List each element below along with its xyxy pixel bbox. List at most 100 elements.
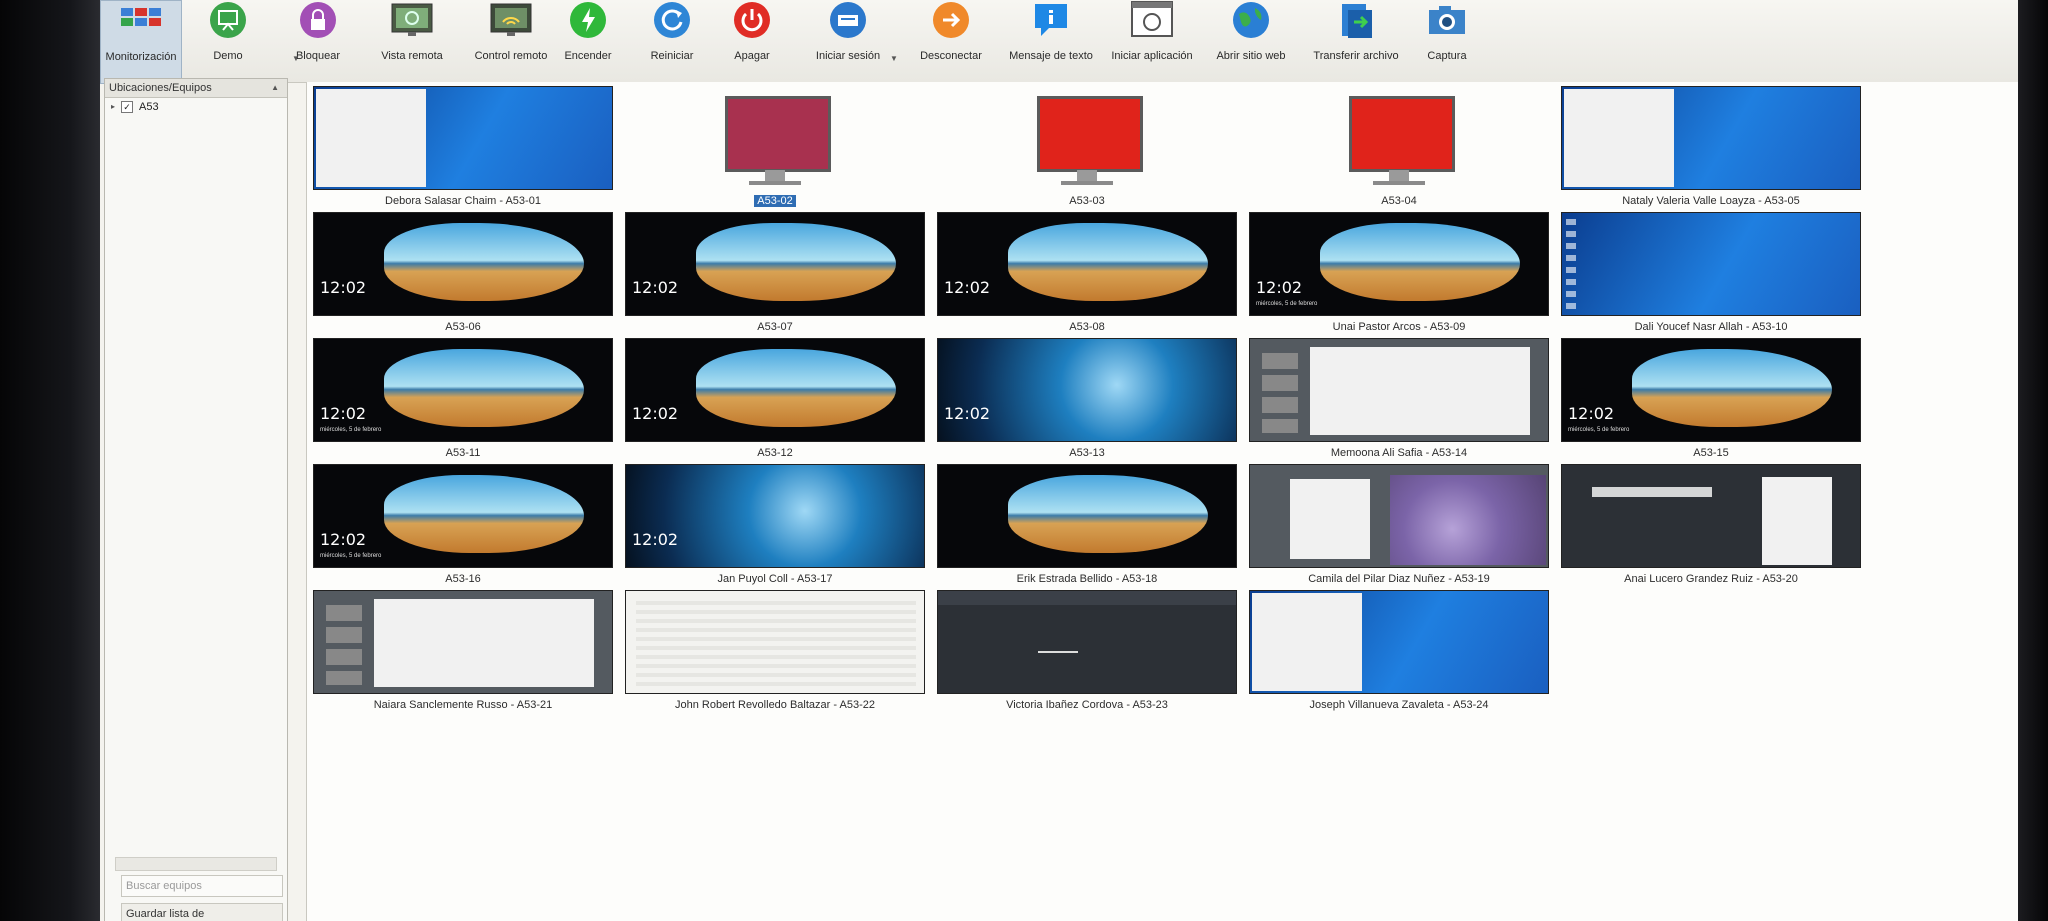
computer-screen-thumbnail[interactable] <box>1561 212 1861 316</box>
computer-caption-text: Joseph Villanueva Zavaleta - A53-24 <box>1309 699 1489 711</box>
toolbar-button-remote-control[interactable]: Control remoto <box>470 0 552 82</box>
computer-tile[interactable]: 12:02 A53-07 <box>625 212 925 333</box>
computer-screen-thumbnail[interactable]: 12:02 miércoles, 5 de febrero <box>1249 212 1549 316</box>
computer-screen-thumbnail[interactable] <box>313 86 613 190</box>
computer-tile[interactable]: Anai Lucero Grandez Ruiz - A53-20 <box>1561 464 1861 585</box>
computer-screen-thumbnail[interactable]: 12:02 <box>937 338 1237 442</box>
computer-screen-thumbnail[interactable] <box>937 590 1237 694</box>
computer-tile[interactable]: Camila del Pilar Diaz Nuñez - A53-19 <box>1249 464 1549 585</box>
computer-tile[interactable]: A53-03 <box>937 86 1237 207</box>
computer-screen-thumbnail[interactable] <box>1249 590 1549 694</box>
computer-screen-thumbnail[interactable]: 12:02 <box>625 212 925 316</box>
computer-tile[interactable]: 12:02 A53-08 <box>937 212 1237 333</box>
computer-screen-thumbnail[interactable]: 12:02 <box>625 464 925 568</box>
toolbar-button-remote-view[interactable]: Vista remota <box>372 0 452 82</box>
dropdown-arrow-icon[interactable]: ▼ <box>292 54 300 63</box>
computer-caption-text: A53-13 <box>1069 447 1105 459</box>
computer-screen-thumbnail[interactable] <box>625 590 925 694</box>
save-computer-list-button[interactable]: Guardar lista de equipos/usuarios <box>121 903 283 921</box>
start-application-icon <box>1130 0 1174 40</box>
computer-tile[interactable]: 12:02 miércoles, 5 de febrero A53-16 <box>313 464 613 585</box>
computer-caption: A53-04 <box>1249 195 1549 207</box>
computer-tile[interactable]: Debora Salasar Chaim - A53-01 <box>313 86 613 207</box>
computer-tile[interactable]: 12:02 A53-13 <box>937 338 1237 459</box>
computer-caption: Erik Estrada Bellido - A53-18 <box>937 573 1237 585</box>
monitor-bezel-left <box>0 0 100 921</box>
computer-tile[interactable]: 12:02 A53-06 <box>313 212 613 333</box>
computer-tile[interactable]: Joseph Villanueva Zavaleta - A53-24 <box>1249 590 1549 711</box>
computer-caption: A53-06 <box>313 321 613 333</box>
computer-caption-text: Unai Pastor Arcos - A53-09 <box>1332 321 1466 333</box>
sidebar-header: Ubicaciones/Equipos ▲ <box>105 79 287 98</box>
computer-caption-text: A53-16 <box>445 573 481 585</box>
toolbar-button-logout[interactable]: Desconectar <box>906 0 996 82</box>
computer-screen-thumbnail[interactable] <box>1249 86 1549 190</box>
computer-tile[interactable]: A53-04 <box>1249 86 1549 207</box>
computer-caption-text: A53-03 <box>1069 195 1105 207</box>
toolbar-button-label: Captura <box>1427 50 1467 62</box>
computer-caption: Memoona Ali Safia - A53-14 <box>1249 447 1549 459</box>
computer-tile[interactable]: 12:02 A53-12 <box>625 338 925 459</box>
computer-tile[interactable]: Victoria Ibañez Cordova - A53-23 <box>937 590 1237 711</box>
toolbar-button-login[interactable]: Iniciar sesión <box>812 0 884 82</box>
toolbar-button-file-transfer[interactable]: Transferir archivo <box>1308 0 1404 82</box>
computer-tile[interactable]: Erik Estrada Bellido - A53-18 <box>937 464 1237 585</box>
toolbar-button-label: Encender <box>564 50 612 62</box>
computer-tile[interactable]: Memoona Ali Safia - A53-14 <box>1249 338 1549 459</box>
computer-screen-thumbnail[interactable]: 12:02 <box>937 212 1237 316</box>
search-computers-input[interactable]: Buscar equipos <box>121 875 283 897</box>
collapse-arrow-icon[interactable]: ▲ <box>271 79 279 97</box>
computer-caption-text: A53-02 <box>754 195 796 207</box>
computer-screen-thumbnail[interactable]: 12:02 miércoles, 5 de febrero <box>1561 338 1861 442</box>
toolbar-button-monitoring-grid[interactable]: Monitorización <box>100 0 182 84</box>
toolbar-button-camera[interactable]: Captura <box>1410 0 1484 82</box>
computer-screen-thumbnail[interactable] <box>1561 464 1861 568</box>
computer-tile[interactable]: 12:02 miércoles, 5 de febrero A53-11 <box>313 338 613 459</box>
sidebar-horizontal-scrollbar[interactable] <box>115 857 277 871</box>
computer-tile[interactable]: Dali Youcef Nasr Allah - A53-10 <box>1561 212 1861 333</box>
computer-thumbnail-grid: Debora Salasar Chaim - A53-01 A53-02 A53-0… <box>306 82 2018 921</box>
computer-screen-thumbnail[interactable] <box>313 590 613 694</box>
computer-tile[interactable]: 12:02 Jan Puyol Coll - A53-17 <box>625 464 925 585</box>
computer-tile[interactable]: 12:02 miércoles, 5 de febrero A53-15 <box>1561 338 1861 459</box>
computer-caption: Dali Youcef Nasr Allah - A53-10 <box>1561 321 1861 333</box>
computer-tile[interactable]: Nataly Valeria Valle Loayza - A53-05 <box>1561 86 1861 207</box>
toolbar-button-power-off[interactable]: Apagar <box>722 0 782 82</box>
computer-screen-thumbnail[interactable]: 12:02 miércoles, 5 de febrero <box>313 338 613 442</box>
toolbar-button-globe[interactable]: Abrir sitio web <box>1204 0 1298 82</box>
toolbar-button-text-message[interactable]: Mensaje de texto <box>1002 0 1100 82</box>
dropdown-arrow-icon[interactable]: ▼ <box>890 54 898 63</box>
expand-arrow-icon[interactable]: ▸ <box>111 98 115 116</box>
computer-caption: A53-02 <box>625 195 925 207</box>
computer-tile[interactable]: Naiara Sanclemente Russo - A53-21 <box>313 590 613 711</box>
computer-tile[interactable]: 12:02 miércoles, 5 de febrero Unai Pastor … <box>1249 212 1549 333</box>
computer-screen-thumbnail[interactable] <box>937 86 1237 190</box>
location-checkbox[interactable]: ✓ <box>121 101 134 113</box>
computer-caption-text: Victoria Ibañez Cordova - A53-23 <box>1006 699 1168 711</box>
computer-screen-thumbnail[interactable]: 12:02 <box>625 338 925 442</box>
toolbar-button-power-on[interactable]: Encender <box>558 0 618 82</box>
computer-caption-text: A53-04 <box>1381 195 1417 207</box>
computer-screen-thumbnail[interactable] <box>1561 86 1861 190</box>
toolbar-button-demo-presentation[interactable]: Demo <box>198 0 258 82</box>
tree-item-location[interactable]: ▸ ✓ A53 <box>105 98 287 116</box>
monitor-bezel-right <box>2018 0 2048 921</box>
location-label: A53 <box>139 101 159 113</box>
computer-caption: A53-03 <box>937 195 1237 207</box>
computer-screen-thumbnail[interactable] <box>1249 338 1549 442</box>
toolbar-button-start-application[interactable]: Iniciar aplicación <box>1104 0 1200 82</box>
toolbar-button-label: Vista remota <box>381 50 443 62</box>
toolbar-button-lock[interactable]: Bloquear <box>286 0 350 82</box>
computer-screen-thumbnail[interactable]: 12:02 miércoles, 5 de febrero <box>313 464 613 568</box>
computer-screen-thumbnail[interactable] <box>1249 464 1549 568</box>
computer-screen-thumbnail[interactable] <box>625 86 925 190</box>
computer-tile[interactable]: John Robert Revolledo Baltazar - A53-22 <box>625 590 925 711</box>
toolbar-button-restart[interactable]: Reiniciar <box>640 0 704 82</box>
computer-screen-thumbnail[interactable] <box>937 464 1237 568</box>
monitoring-grid-icon <box>119 1 163 41</box>
computer-screen-thumbnail[interactable]: 12:02 <box>313 212 613 316</box>
computer-caption-text: A53-12 <box>757 447 793 459</box>
computer-tile[interactable]: A53-02 <box>625 86 925 207</box>
globe-icon <box>1229 0 1273 40</box>
login-icon <box>826 0 870 40</box>
